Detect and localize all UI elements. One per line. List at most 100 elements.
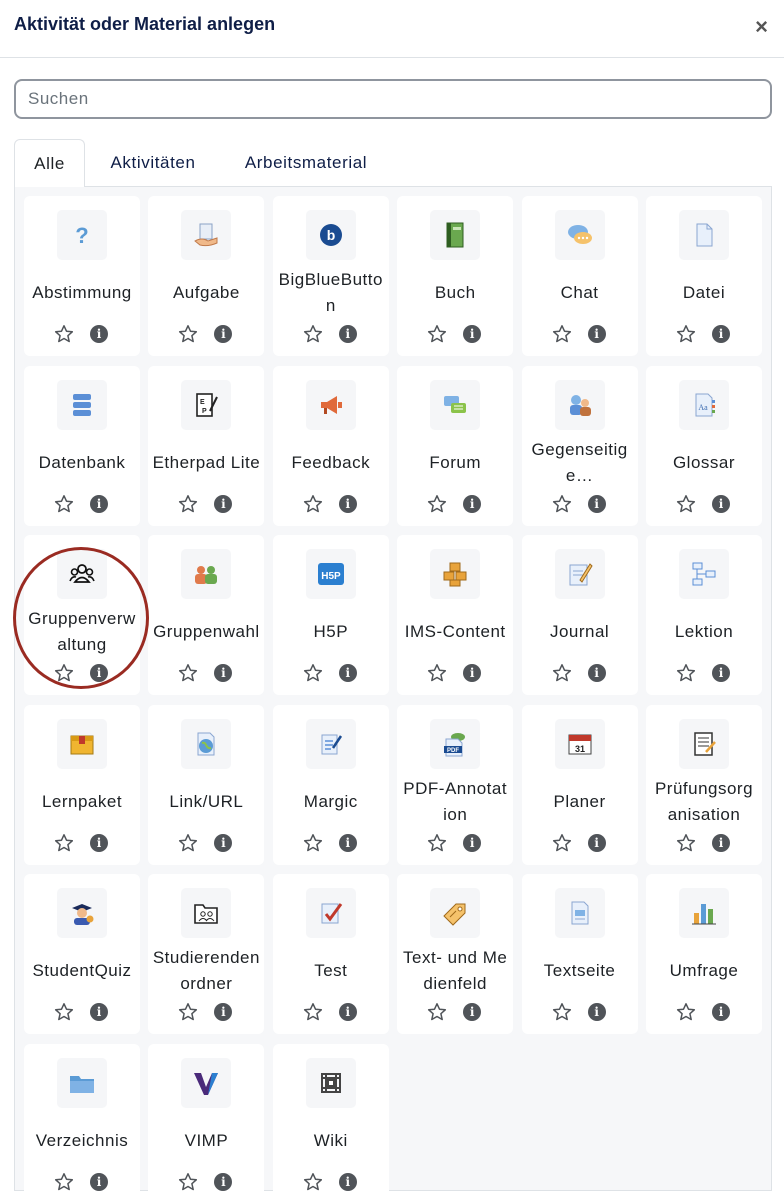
info-icon[interactable]: i xyxy=(463,1003,482,1021)
star-icon[interactable] xyxy=(54,833,74,853)
info-icon[interactable]: i xyxy=(338,1172,357,1191)
module-card-studentquiz[interactable]: StudentQuiz i xyxy=(24,874,140,1034)
module-card-glossar[interactable]: Aa Glossar i xyxy=(646,365,762,526)
module-card-pdf-annotation[interactable]: PDF PDF-Annotation i xyxy=(397,704,514,865)
star-icon[interactable] xyxy=(552,663,572,683)
close-icon[interactable]: × xyxy=(755,16,768,38)
star-icon[interactable] xyxy=(303,663,323,683)
module-card-datei[interactable]: Datei i xyxy=(646,196,762,356)
star-icon[interactable] xyxy=(427,833,447,853)
module-card-vimp[interactable]: VIMP i xyxy=(148,1043,265,1204)
star-icon[interactable] xyxy=(303,324,323,344)
star-icon[interactable] xyxy=(303,833,323,853)
module-card-test[interactable]: Test i xyxy=(272,874,389,1034)
module-card-buch[interactable]: Buch i xyxy=(397,196,514,356)
info-icon[interactable]: i xyxy=(712,664,730,682)
info-icon[interactable]: i xyxy=(90,664,108,682)
module-card-feedback[interactable]: Feedback i xyxy=(272,365,389,526)
info-icon[interactable]: i xyxy=(587,325,606,343)
star-icon[interactable] xyxy=(178,324,198,344)
star-icon[interactable] xyxy=(427,663,447,683)
module-card-aufgabe[interactable]: Aufgabe i xyxy=(148,196,265,356)
module-card-textseite[interactable]: Textseite i xyxy=(521,874,638,1034)
star-icon[interactable] xyxy=(178,494,198,514)
star-icon[interactable] xyxy=(427,494,447,514)
info-icon[interactable]: i xyxy=(90,833,108,852)
module-card-text-und-medienfeld[interactable]: Text- und Medienfeld i xyxy=(397,874,514,1034)
module-card-bigbluebutton[interactable]: b BigBlueButton i xyxy=(272,196,389,356)
info-icon[interactable]: i xyxy=(587,664,606,682)
star-icon[interactable] xyxy=(54,324,74,344)
info-icon[interactable]: i xyxy=(712,1003,730,1021)
info-icon[interactable]: i xyxy=(214,325,233,343)
star-icon[interactable] xyxy=(676,663,696,683)
module-card-chat[interactable]: Chat i xyxy=(521,196,638,356)
info-icon[interactable]: i xyxy=(463,833,482,852)
star-icon[interactable] xyxy=(178,833,198,853)
info-icon[interactable]: i xyxy=(214,1003,233,1021)
star-icon[interactable] xyxy=(552,324,572,344)
info-icon[interactable]: i xyxy=(214,1172,233,1191)
star-icon[interactable] xyxy=(54,1172,74,1192)
star-icon[interactable] xyxy=(552,1002,572,1022)
info-icon[interactable]: i xyxy=(90,1172,108,1191)
info-icon[interactable]: i xyxy=(214,833,233,852)
info-icon[interactable]: i xyxy=(338,1003,357,1021)
module-card-ims-content[interactable]: IMS-Content i xyxy=(397,535,514,695)
star-icon[interactable] xyxy=(676,833,696,853)
info-icon[interactable]: i xyxy=(712,833,730,852)
star-icon[interactable] xyxy=(552,833,572,853)
module-card-lernpaket[interactable]: Lernpaket i xyxy=(24,704,140,865)
star-icon[interactable] xyxy=(178,663,198,683)
star-icon[interactable] xyxy=(676,1002,696,1022)
info-icon[interactable]: i xyxy=(587,494,606,513)
star-icon[interactable] xyxy=(54,494,74,514)
module-card-margic[interactable]: Margic i xyxy=(272,704,389,865)
tab-alle[interactable]: Alle xyxy=(14,139,85,187)
info-icon[interactable]: i xyxy=(338,664,357,682)
info-icon[interactable]: i xyxy=(463,494,482,513)
module-card-lektion[interactable]: Lektion i xyxy=(646,535,762,695)
info-icon[interactable]: i xyxy=(463,664,482,682)
info-icon[interactable]: i xyxy=(712,494,730,513)
info-icon[interactable]: i xyxy=(214,494,233,513)
star-icon[interactable] xyxy=(303,1002,323,1022)
info-icon[interactable]: i xyxy=(463,325,482,343)
star-icon[interactable] xyxy=(427,324,447,344)
info-icon[interactable]: i xyxy=(712,325,730,343)
star-icon[interactable] xyxy=(427,1002,447,1022)
module-card-gruppenwahl[interactable]: Gruppenwahl i xyxy=(148,535,265,695)
star-icon[interactable] xyxy=(676,324,696,344)
tab-arbeitsmaterial[interactable]: Arbeitsmaterial xyxy=(226,139,386,187)
module-card-gruppenverwaltung[interactable]: Gruppenverwaltung i xyxy=(24,535,140,695)
star-icon[interactable] xyxy=(676,494,696,514)
module-card-planer[interactable]: 31 Planer i xyxy=(521,704,638,865)
module-card-journal[interactable]: Journal i xyxy=(521,535,638,695)
info-icon[interactable]: i xyxy=(90,1003,108,1021)
star-icon[interactable] xyxy=(303,494,323,514)
star-icon[interactable] xyxy=(54,663,74,683)
tab-aktivitaeten[interactable]: Aktivitäten xyxy=(94,139,212,187)
star-icon[interactable] xyxy=(54,1002,74,1022)
info-icon[interactable]: i xyxy=(587,833,606,852)
star-icon[interactable] xyxy=(303,1172,323,1192)
module-card-datenbank[interactable]: Datenbank i xyxy=(24,365,140,526)
info-icon[interactable]: i xyxy=(214,664,233,682)
module-card-abstimmung[interactable]: ? Abstimmung i xyxy=(24,196,140,356)
info-icon[interactable]: i xyxy=(338,325,357,343)
module-card-umfrage[interactable]: Umfrage i xyxy=(646,874,762,1034)
module-card-etherpad-lite[interactable]: E P Etherpad Lite i xyxy=(148,365,265,526)
info-icon[interactable]: i xyxy=(587,1003,606,1021)
info-icon[interactable]: i xyxy=(90,494,108,513)
module-card-h5p[interactable]: H5P H5P i xyxy=(272,535,389,695)
info-icon[interactable]: i xyxy=(338,494,357,513)
info-icon[interactable]: i xyxy=(90,325,108,343)
module-card-verzeichnis[interactable]: Verzeichnis i xyxy=(24,1043,140,1204)
module-card-link-url[interactable]: Link/URL i xyxy=(148,704,265,865)
star-icon[interactable] xyxy=(178,1172,198,1192)
module-card-wiki[interactable]: Wiki i xyxy=(272,1043,389,1204)
module-card-forum[interactable]: Forum i xyxy=(397,365,514,526)
module-card-studierendenordner[interactable]: Studierendenordner i xyxy=(148,874,265,1034)
star-icon[interactable] xyxy=(178,1002,198,1022)
module-card-gegenseitige[interactable]: Gegenseitige… i xyxy=(521,365,638,526)
